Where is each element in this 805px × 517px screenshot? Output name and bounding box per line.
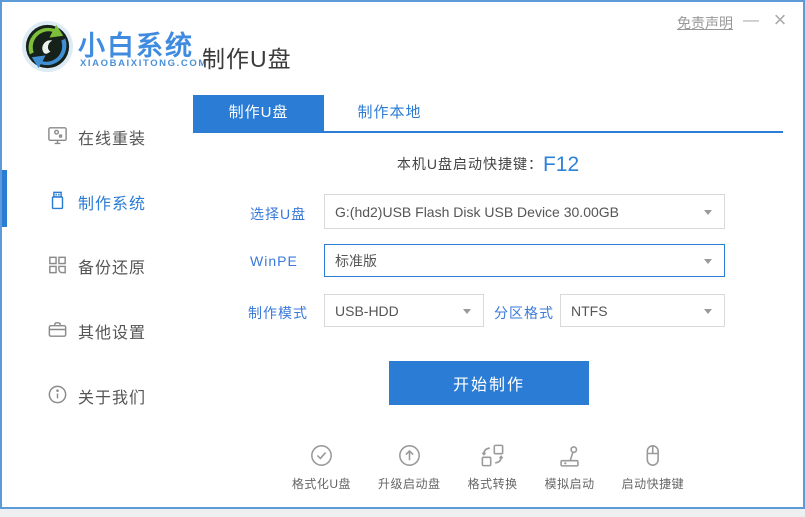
sidebar-item-backup-restore[interactable]: 备份还原 — [2, 244, 190, 286]
chevron-down-icon — [704, 259, 712, 264]
usb-select-value: G:(hd2)USB Flash Disk USB Device 30.00GB — [335, 195, 696, 228]
make-mode-value: USB-HDD — [335, 295, 455, 326]
sidebar-item-make-system[interactable]: 制作系统 — [2, 180, 190, 222]
check-circle-icon — [308, 442, 335, 469]
usb-select-label: 选择U盘 — [250, 204, 306, 224]
page-title: 制作U盘 — [202, 40, 292, 74]
sidebar-item-label: 关于我们 — [78, 384, 146, 408]
winpe-value: 标准版 — [335, 245, 696, 276]
tab-make-local[interactable]: 制作本地 — [324, 95, 455, 131]
info-icon — [46, 383, 69, 406]
sidebar-item-label: 在线重装 — [78, 125, 146, 149]
tab-make-usb[interactable]: 制作U盘 — [193, 95, 324, 131]
sidebar-item-about-us[interactable]: 关于我们 — [2, 374, 190, 416]
mouse-icon — [639, 442, 666, 469]
tool-label: 升级启动盘 — [378, 475, 441, 492]
make-mode-label: 制作模式 — [248, 303, 308, 323]
disclaimer-link[interactable]: 免责声明 — [677, 13, 733, 33]
usb-select-dropdown[interactable]: G:(hd2)USB Flash Disk USB Device 30.00GB — [324, 194, 725, 229]
tool-label: 启动快捷键 — [622, 475, 685, 492]
boot-hotkey-line: 本机U盘启动快捷键：F12 — [193, 149, 783, 179]
sidebar-item-other-settings[interactable]: 其他设置 — [2, 309, 190, 351]
minimize-button[interactable]: — — [741, 11, 761, 31]
boot-hotkey-label: 本机U盘启动快捷键： — [397, 156, 543, 172]
sidebar-item-label: 备份还原 — [78, 254, 146, 278]
app-window: 小白系统 XIAOBAIXITONG.COM 制作U盘 免责声明 — × 在线重… — [0, 0, 805, 509]
tool-label: 格式转换 — [468, 475, 518, 492]
tool-boot-hotkey[interactable]: 启动快捷键 — [622, 442, 685, 492]
monitor-user-icon — [46, 124, 69, 147]
chevron-down-icon — [704, 309, 712, 314]
tool-format-usb[interactable]: 格式化U盘 — [292, 442, 351, 492]
usb-drive-icon — [46, 189, 69, 212]
tool-simulate-boot[interactable]: 模拟启动 — [545, 442, 595, 492]
joystick-icon — [556, 442, 583, 469]
boot-hotkey-value: F12 — [543, 153, 579, 176]
partition-format-label: 分区格式 — [494, 303, 554, 323]
arrow-up-circle-icon — [396, 442, 423, 469]
tool-label: 模拟启动 — [545, 475, 595, 492]
chevron-down-icon — [704, 210, 712, 215]
tool-format-convert[interactable]: 格式转换 — [468, 442, 518, 492]
sidebar-item-label: 其他设置 — [78, 319, 146, 343]
brand-domain: XIAOBAIXITONG.COM — [80, 58, 208, 69]
partition-format-value: NTFS — [571, 295, 696, 326]
close-button[interactable]: × — [769, 8, 791, 32]
tool-upgrade-boot-disk[interactable]: 升级启动盘 — [378, 442, 441, 492]
grid-icon — [46, 253, 69, 276]
convert-icon — [479, 442, 506, 469]
sidebar-item-online-reinstall[interactable]: 在线重装 — [2, 115, 190, 157]
make-mode-dropdown[interactable]: USB-HDD — [324, 294, 484, 327]
tab-bar: 制作U盘 制作本地 — [193, 95, 783, 133]
winpe-label: WinPE — [250, 253, 298, 269]
tool-label: 格式化U盘 — [292, 475, 351, 492]
winpe-dropdown[interactable]: 标准版 — [324, 244, 725, 277]
sidebar-item-label: 制作系统 — [78, 190, 146, 214]
tools-toolbar: 格式化U盘 升级启动盘 格式转换 模拟启 — [193, 442, 783, 492]
app-logo-icon — [20, 19, 75, 74]
chevron-down-icon — [463, 309, 471, 314]
start-make-button[interactable]: 开始制作 — [389, 361, 589, 405]
briefcase-icon — [46, 318, 69, 341]
partition-format-dropdown[interactable]: NTFS — [560, 294, 725, 327]
